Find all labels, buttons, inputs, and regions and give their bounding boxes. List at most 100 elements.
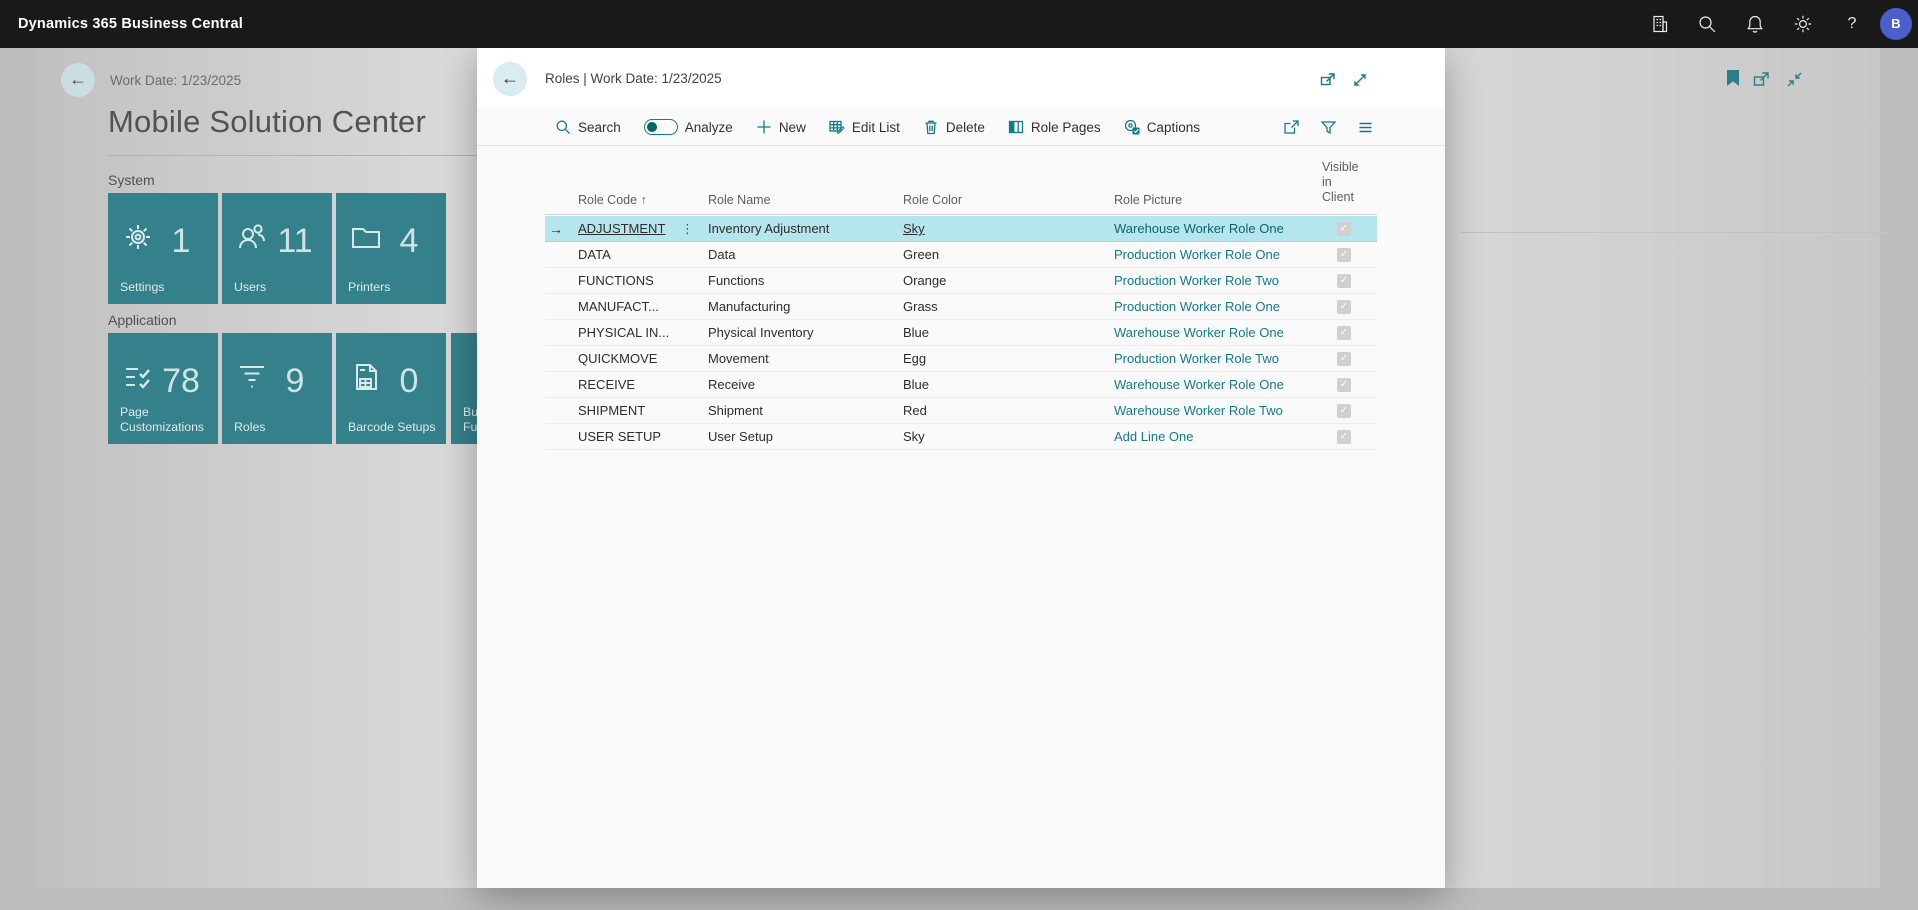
tile-count: 11 <box>277 219 312 263</box>
columns-icon <box>1008 119 1024 135</box>
edit-list-button[interactable]: Edit List <box>829 119 900 135</box>
dialog-back-button[interactable]: ← <box>493 62 527 96</box>
tile-label: Users <box>234 280 324 296</box>
open-in-new-window-icon[interactable] <box>1320 72 1336 88</box>
tile-settings[interactable]: 1 Settings <box>108 193 218 304</box>
check-icon: ✓ <box>1340 275 1348 286</box>
open-in-window-icon[interactable] <box>1753 71 1770 93</box>
visible-checkbox[interactable]: ✓ <box>1337 326 1351 340</box>
role-picture-link[interactable]: Production Worker Role Two <box>1114 346 1329 372</box>
visible-checkbox[interactable]: ✓ <box>1337 352 1351 366</box>
role-code-cell: SHIPMENT <box>578 398 680 424</box>
role-picture-link[interactable]: Production Worker Role One <box>1114 294 1329 320</box>
dialog-title: Roles | Work Date: 1/23/2025 <box>545 48 722 108</box>
role-name-cell: Functions <box>708 268 893 294</box>
search-icon[interactable] <box>1697 14 1717 34</box>
tile-users[interactable]: 11 Users <box>222 193 332 304</box>
role-name-cell: User Setup <box>708 424 893 450</box>
role-color-cell: Green <box>903 242 1023 268</box>
tile-printers[interactable]: 4 Printers <box>336 193 446 304</box>
column-header-role-color[interactable]: Role Color <box>903 193 962 207</box>
analyze-toggle[interactable]: Analyze <box>644 119 733 135</box>
table-row[interactable]: PHYSICAL IN... Physical Inventory Blue W… <box>545 320 1377 346</box>
tile-roles[interactable]: 9 Roles <box>222 333 332 444</box>
new-button[interactable]: New <box>756 119 806 135</box>
role-picture-link[interactable]: Production Worker Role Two <box>1114 268 1329 294</box>
role-name-cell: Receive <box>708 372 893 398</box>
visible-checkbox[interactable]: ✓ <box>1337 274 1351 288</box>
bookmark-icon[interactable] <box>1727 70 1739 86</box>
tile-count: 0 <box>400 359 419 403</box>
role-color-cell[interactable]: Sky <box>903 216 1023 242</box>
tile-label: Settings <box>120 280 210 296</box>
table-row[interactable]: SHIPMENT Shipment Red Warehouse Worker R… <box>545 398 1377 424</box>
tile-barcode-setups[interactable]: 0 Barcode Setups <box>336 333 446 444</box>
sort-ascending-icon: ↑ <box>641 193 647 207</box>
tile-count: 78 <box>162 359 200 403</box>
expand-icon[interactable] <box>1352 72 1368 88</box>
role-color-cell: Orange <box>903 268 1023 294</box>
role-picture-link[interactable]: Warehouse Worker Role One <box>1114 216 1329 242</box>
role-code-cell: USER SETUP <box>578 424 680 450</box>
choose-columns-icon[interactable] <box>1357 119 1374 136</box>
settings-gear-icon[interactable] <box>1793 14 1813 34</box>
role-color-cell: Blue <box>903 320 1023 346</box>
role-picture-link[interactable]: Warehouse Worker Role Two <box>1114 398 1329 424</box>
role-picture-link[interactable]: Warehouse Worker Role One <box>1114 372 1329 398</box>
role-color-cell: Red <box>903 398 1023 424</box>
funnel-icon <box>236 361 268 393</box>
back-arrow-icon: ← <box>69 69 87 89</box>
table-row[interactable]: DATA Data Green Production Worker Role O… <box>545 242 1377 268</box>
role-code-cell: DATA <box>578 242 680 268</box>
collapse-icon[interactable] <box>1786 71 1803 93</box>
role-name-cell: Inventory Adjustment <box>708 216 893 242</box>
company-icon[interactable] <box>1650 14 1670 34</box>
role-pages-button[interactable]: Role Pages <box>1008 119 1101 135</box>
plus-icon <box>756 119 772 135</box>
column-header-visible-in-client[interactable]: Visible in Client <box>1322 160 1359 205</box>
role-code-cell: PHYSICAL IN... <box>578 320 680 346</box>
table-row[interactable]: RECEIVE Receive Blue Warehouse Worker Ro… <box>545 372 1377 398</box>
role-code-cell: FUNCTIONS <box>578 268 680 294</box>
notifications-bell-icon[interactable] <box>1745 14 1765 34</box>
page-divider <box>108 155 477 156</box>
column-header-role-code[interactable]: Role Code ↑ <box>578 193 647 207</box>
visible-checkbox[interactable]: ✓ <box>1337 300 1351 314</box>
tile-count: 1 <box>172 219 191 263</box>
check-icon: ✓ <box>1340 223 1348 234</box>
visible-checkbox[interactable]: ✓ <box>1337 222 1351 236</box>
table-row[interactable]: MANUFACT... Manufacturing Grass Producti… <box>545 294 1377 320</box>
role-color-cell: Blue <box>903 372 1023 398</box>
visible-checkbox[interactable]: ✓ <box>1337 430 1351 444</box>
tile-page-customizations[interactable]: 78 Page Customizations <box>108 333 218 444</box>
avatar[interactable]: B <box>1880 8 1912 40</box>
search-icon <box>555 119 571 135</box>
role-picture-link[interactable]: Production Worker Role One <box>1114 242 1329 268</box>
role-code-cell: RECEIVE <box>578 372 680 398</box>
page-back-button[interactable]: ← <box>61 63 95 97</box>
filter-icon[interactable] <box>1320 119 1337 136</box>
search-button[interactable]: Search <box>555 119 621 135</box>
check-icon: ✓ <box>1340 327 1348 338</box>
visible-checkbox[interactable]: ✓ <box>1337 404 1351 418</box>
role-picture-link[interactable]: Warehouse Worker Role One <box>1114 320 1329 346</box>
table-row[interactable]: → ADJUSTMENT ⋮ Inventory Adjustment Sky … <box>545 216 1377 242</box>
row-options-icon[interactable]: ⋮ <box>681 216 695 242</box>
users-icon <box>236 221 268 253</box>
background-divider-right <box>1461 232 1891 233</box>
delete-button[interactable]: Delete <box>923 119 985 135</box>
table-row[interactable]: FUNCTIONS Functions Orange Production Wo… <box>545 268 1377 294</box>
visible-checkbox[interactable]: ✓ <box>1337 248 1351 262</box>
section-label-application: Application <box>108 312 177 328</box>
share-icon[interactable] <box>1283 119 1300 136</box>
role-picture-link[interactable]: Add Line One <box>1114 424 1329 450</box>
captions-button[interactable]: Captions <box>1124 119 1200 135</box>
role-code-cell[interactable]: ADJUSTMENT <box>578 216 680 242</box>
toggle-switch[interactable] <box>644 119 678 135</box>
table-row[interactable]: USER SETUP User Setup Sky Add Line One ✓ <box>545 424 1377 450</box>
column-header-role-picture[interactable]: Role Picture <box>1114 193 1182 207</box>
help-icon[interactable]: ? <box>1842 14 1862 34</box>
table-row[interactable]: QUICKMOVE Movement Egg Production Worker… <box>545 346 1377 372</box>
visible-checkbox[interactable]: ✓ <box>1337 378 1351 392</box>
column-header-role-name[interactable]: Role Name <box>708 193 771 207</box>
